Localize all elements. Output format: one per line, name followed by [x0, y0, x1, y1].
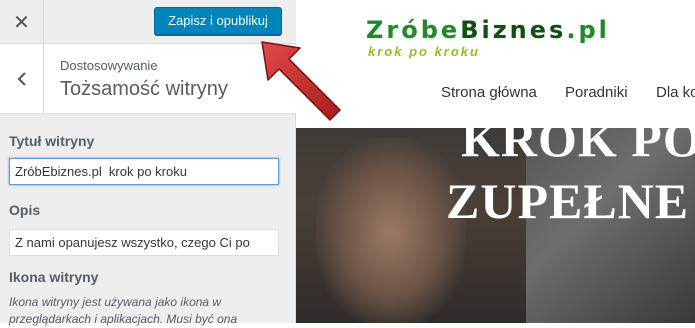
logo-part-2: Biznes: [460, 16, 567, 44]
tagline-input[interactable]: [9, 229, 279, 256]
site-title-label: Tytuł witryny: [9, 133, 95, 149]
nav-item-for[interactable]: Dla ko: [656, 84, 695, 101]
breadcrumb: Dostosowywanie: [60, 58, 158, 73]
close-icon: ✕: [13, 11, 30, 34]
tagline-label: Opis: [9, 202, 41, 218]
site-logo[interactable]: ZróbeBiznes.pl: [366, 16, 610, 44]
close-customizer-button[interactable]: ✕: [0, 0, 44, 44]
logo-part-3: .pl: [566, 16, 610, 44]
site-title-input[interactable]: [9, 158, 279, 185]
nav-item-home[interactable]: Strona główna: [441, 84, 537, 101]
section-title: Tożsamość witryny: [60, 78, 228, 100]
hero-heading-line-2: ZUPEŁNE: [446, 173, 690, 229]
logo-part-1: Zróbe: [366, 16, 461, 44]
site-preview[interactable]: ZróbeBiznes.pl krok po kroku Strona głów…: [296, 0, 695, 323]
chevron-left-icon: [16, 71, 26, 86]
hero-photo-blur: [316, 138, 466, 323]
annotation-arrow-icon: [261, 41, 341, 121]
site-icon-label: Ikona witryny: [9, 269, 99, 285]
hero-heading-line-1: KROK PO: [461, 111, 695, 167]
back-button[interactable]: [0, 44, 44, 113]
logo-tagline: krok po kroku: [368, 44, 480, 59]
nav-item-guides[interactable]: Poradniki: [565, 84, 628, 101]
